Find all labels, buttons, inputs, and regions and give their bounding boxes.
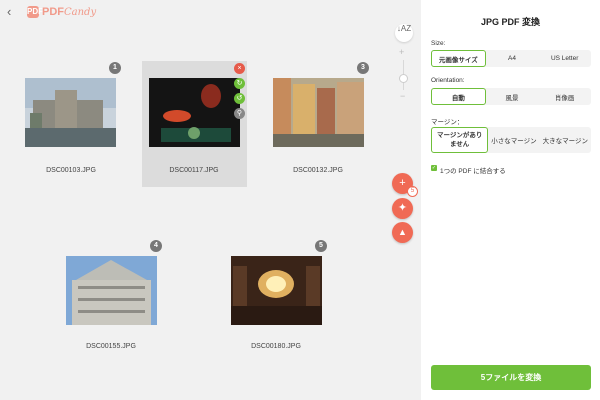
- file-name: DSC00155.JPG: [86, 343, 136, 350]
- file-name: DSC00132.JPG: [293, 167, 343, 174]
- file-name: DSC00103.JPG: [46, 167, 96, 174]
- file-thumbnail: [25, 78, 116, 147]
- back-chevron-icon[interactable]: ‹: [7, 5, 19, 19]
- file-grid-area: ‹ PDF PDFCandy ↓AZ + − + 5 ✦ ▲ 1 DSC0010…: [0, 0, 421, 400]
- orientation-label: Orientation:: [431, 77, 465, 84]
- orientation-selector: 自動 風景 肖像画: [431, 88, 591, 105]
- logo-text: PDFCandy: [42, 6, 97, 18]
- preview-zoom-button[interactable]: ⚲: [234, 108, 245, 119]
- checkmark-icon: ✓: [431, 165, 437, 171]
- file-index-badge: 3: [357, 62, 369, 74]
- zoom-slider-handle[interactable]: [399, 74, 408, 83]
- margin-selector: マージンがありません 小さなマージン 大きなマージン: [431, 127, 591, 153]
- margin-option-none[interactable]: マージンがありません: [431, 127, 489, 153]
- zoom-in-icon[interactable]: +: [399, 48, 404, 57]
- file-thumbnail: [66, 256, 157, 325]
- delete-file-button[interactable]: ×: [234, 63, 245, 74]
- google-drive-icon: ▲: [398, 227, 407, 237]
- merge-checkbox[interactable]: ✓: [431, 165, 437, 171]
- rotate-right-icon: ↻: [236, 80, 243, 87]
- orientation-option-portrait[interactable]: 肖像画: [538, 88, 591, 105]
- size-selector: 元画像サイズ A4 US Letter: [431, 50, 591, 67]
- add-file-icon: +: [399, 177, 406, 189]
- file-thumbnail: [273, 78, 364, 147]
- rotate-right-button[interactable]: ↻: [234, 78, 245, 89]
- panel-title: JPG PDF 変換: [480, 17, 540, 27]
- magnifier-icon: ⚲: [236, 110, 243, 117]
- dropbox-icon: ✦: [397, 202, 408, 214]
- sort-az-button[interactable]: ↓AZ: [395, 24, 413, 42]
- add-files-button[interactable]: + 5: [392, 173, 418, 197]
- rotate-left-button[interactable]: ↺: [234, 93, 245, 104]
- rotate-left-icon: ↺: [236, 95, 243, 102]
- merge-label: 1つの PDF に結合する: [440, 168, 506, 175]
- size-option-original[interactable]: 元画像サイズ: [431, 50, 486, 67]
- zoom-out-icon[interactable]: −: [400, 92, 405, 101]
- file-count-badge: 5: [407, 186, 418, 197]
- size-option-us-letter[interactable]: US Letter: [538, 50, 591, 67]
- size-label: Size:: [431, 40, 446, 47]
- file-thumbnail: [149, 78, 240, 147]
- dropbox-button[interactable]: ✦: [392, 198, 413, 219]
- convert-button[interactable]: 5ファイルを変換: [431, 365, 591, 390]
- google-drive-button[interactable]: ▲: [392, 222, 413, 243]
- file-index-badge: 4: [150, 240, 162, 252]
- close-icon: ×: [237, 65, 242, 72]
- file-index-badge: 1: [109, 62, 121, 74]
- file-name: DSC00180.JPG: [251, 343, 301, 350]
- pdfcandy-logo[interactable]: PDF PDFCandy: [27, 5, 96, 19]
- orientation-option-auto[interactable]: 自動: [431, 88, 486, 105]
- file-actions: × ↻ ↺ ⚲: [234, 63, 245, 123]
- margin-option-large[interactable]: 大きなマージン: [540, 127, 591, 153]
- orientation-option-landscape[interactable]: 風景: [486, 88, 539, 105]
- settings-panel: JPG PDF 変換 Size: 元画像サイズ A4 US Letter Ori…: [421, 0, 600, 400]
- margin-label: マージン：: [431, 119, 464, 126]
- file-thumbnail: [231, 256, 322, 325]
- file-name: DSC00117.JPG: [169, 167, 219, 174]
- margin-option-small[interactable]: 小さなマージン: [488, 127, 539, 153]
- logo-mark-icon: PDF: [27, 6, 43, 18]
- file-index-badge: 5: [315, 240, 327, 252]
- size-option-a4[interactable]: A4: [486, 50, 539, 67]
